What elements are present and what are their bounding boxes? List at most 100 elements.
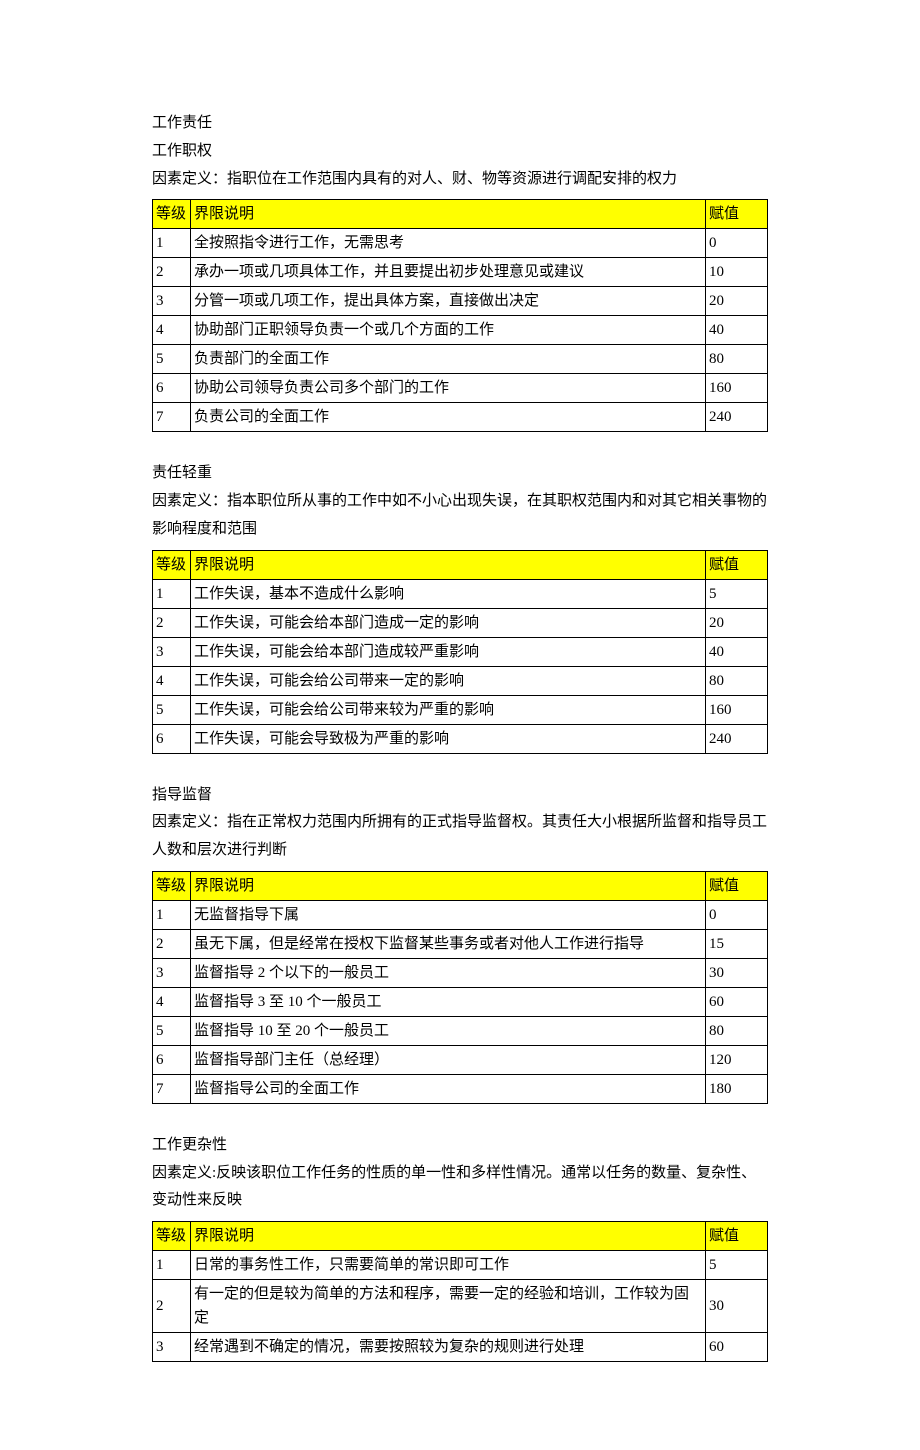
cell-desc: 分管一项或几项工作，提出具体方案，直接做出决定 [191, 287, 706, 316]
factor-heading: 工作职权 [152, 138, 768, 166]
cell-level: 2 [153, 1280, 191, 1333]
cell-value: 80 [706, 345, 768, 374]
factor-table: 等级界限说明赋值 1日常的事务性工作，只需要简单的常识即可工作5 2有一定的但是较为… [152, 1221, 768, 1362]
cell-value: 160 [706, 695, 768, 724]
cell-desc: 工作失误，可能会导致极为严重的影响 [191, 724, 706, 753]
col-desc: 界限说明 [191, 200, 706, 229]
cell-desc: 工作失误，可能会给本部门造成一定的影响 [191, 608, 706, 637]
table-row: 4监督指导 3 至 10 个一般员工60 [153, 987, 768, 1016]
factor-definition: 因素定义：指职位在工作范围内具有的对人、财、物等资源进行调配安排的权力 [152, 166, 768, 194]
table-row: 1无监督指导下属0 [153, 900, 768, 929]
cell-level: 5 [153, 695, 191, 724]
section-preheading: 工作责任 [152, 110, 768, 138]
table-row: 6协助公司领导负责公司多个部门的工作160 [153, 374, 768, 403]
cell-level: 3 [153, 637, 191, 666]
cell-level: 1 [153, 900, 191, 929]
factor-heading: 指导监督 [152, 782, 768, 810]
cell-value: 240 [706, 724, 768, 753]
cell-level: 2 [153, 608, 191, 637]
cell-level: 2 [153, 258, 191, 287]
cell-desc: 有一定的但是较为简单的方法和程序，需要一定的经验和培训，工作较为固定 [191, 1280, 706, 1333]
cell-desc: 工作失误，可能会给公司带来较为严重的影响 [191, 695, 706, 724]
col-value: 赋值 [706, 550, 768, 579]
cell-level: 4 [153, 987, 191, 1016]
cell-value: 40 [706, 637, 768, 666]
col-desc: 界限说明 [191, 550, 706, 579]
table-row: 3分管一项或几项工作，提出具体方案，直接做出决定20 [153, 287, 768, 316]
table-row: 4工作失误，可能会给公司带来一定的影响80 [153, 666, 768, 695]
cell-desc: 协助公司领导负责公司多个部门的工作 [191, 374, 706, 403]
cell-value: 40 [706, 316, 768, 345]
col-level: 等级 [153, 1222, 191, 1251]
cell-level: 3 [153, 287, 191, 316]
cell-value: 30 [706, 958, 768, 987]
cell-desc: 负责公司的全面工作 [191, 403, 706, 432]
table-row: 7监督指导公司的全面工作180 [153, 1074, 768, 1103]
cell-desc: 监督指导部门主任（总经理） [191, 1045, 706, 1074]
col-level: 等级 [153, 200, 191, 229]
table-row: 6监督指导部门主任（总经理）120 [153, 1045, 768, 1074]
table-row: 6工作失误，可能会导致极为严重的影响240 [153, 724, 768, 753]
cell-value: 80 [706, 1016, 768, 1045]
cell-value: 0 [706, 229, 768, 258]
factor-table: 等级界限说明赋值 1工作失误，基本不造成什么影响 5 2工作失误，可能会给本部门造成一… [152, 550, 768, 754]
table-row: 1全按照指令进行工作，无需思考0 [153, 229, 768, 258]
col-desc: 界限说明 [191, 871, 706, 900]
cell-desc: 工作失误，可能会给本部门造成较严重影响 [191, 637, 706, 666]
cell-level: 1 [153, 229, 191, 258]
cell-level: 3 [153, 1333, 191, 1362]
factor-heading: 责任轻重 [152, 460, 768, 488]
cell-level: 6 [153, 1045, 191, 1074]
cell-desc: 监督指导 10 至 20 个一般员工 [191, 1016, 706, 1045]
col-desc: 界限说明 [191, 1222, 706, 1251]
cell-desc: 日常的事务性工作，只需要简单的常识即可工作 [191, 1251, 706, 1280]
factor-table: 等级界限说明赋值1无监督指导下属02虽无下属，但是经常在授权下监督某些事务或者对… [152, 871, 768, 1104]
cell-level: 5 [153, 1016, 191, 1045]
cell-desc: 工作失误，可能会给公司带来一定的影响 [191, 666, 706, 695]
cell-value: 80 [706, 666, 768, 695]
table-row: 3工作失误，可能会给本部门造成较严重影响40 [153, 637, 768, 666]
cell-level: 5 [153, 345, 191, 374]
factor-definition: 因素定义：指在正常权力范围内所拥有的正式指导监督权。其责任大小根据所监督和指导员… [152, 809, 768, 865]
cell-level: 6 [153, 724, 191, 753]
col-value: 赋值 [706, 1222, 768, 1251]
cell-value: 180 [706, 1074, 768, 1103]
cell-value: 60 [706, 1333, 768, 1362]
cell-level: 2 [153, 929, 191, 958]
cell-desc: 负责部门的全面工作 [191, 345, 706, 374]
cell-level: 1 [153, 1251, 191, 1280]
cell-desc: 监督指导公司的全面工作 [191, 1074, 706, 1103]
cell-level: 4 [153, 666, 191, 695]
cell-value: 20 [706, 608, 768, 637]
col-value: 赋值 [706, 200, 768, 229]
cell-desc: 协助部门正职领导负责一个或几个方面的工作 [191, 316, 706, 345]
table-row: 2承办一项或几项具体工作，并且要提出初步处理意见或建议10 [153, 258, 768, 287]
cell-value: 20 [706, 287, 768, 316]
cell-desc: 监督指导 3 至 10 个一般员工 [191, 987, 706, 1016]
cell-value: 30 [706, 1280, 768, 1333]
cell-desc: 虽无下属，但是经常在授权下监督某些事务或者对他人工作进行指导 [191, 929, 706, 958]
cell-value: 10 [706, 258, 768, 287]
factor-heading: 工作更杂性 [152, 1132, 768, 1160]
table-row: 5工作失误，可能会给公司带来较为严重的影响160 [153, 695, 768, 724]
cell-value: 5 [706, 1251, 768, 1280]
cell-level: 6 [153, 374, 191, 403]
table-row: 3经常遇到不确定的情况，需要按照较为复杂的规则进行处理60 [153, 1333, 768, 1362]
table-row: 2工作失误，可能会给本部门造成一定的影响20 [153, 608, 768, 637]
table-row: 2虽无下属，但是经常在授权下监督某些事务或者对他人工作进行指导15 [153, 929, 768, 958]
cell-level: 4 [153, 316, 191, 345]
cell-desc: 经常遇到不确定的情况，需要按照较为复杂的规则进行处理 [191, 1333, 706, 1362]
cell-value: 160 [706, 374, 768, 403]
cell-level: 7 [153, 403, 191, 432]
cell-desc: 无监督指导下属 [191, 900, 706, 929]
col-level: 等级 [153, 871, 191, 900]
factor-definition: 因素定义：指本职位所从事的工作中如不小心出现失误，在其职权范围内和对其它相关事物… [152, 488, 768, 544]
table-row: 5负责部门的全面工作80 [153, 345, 768, 374]
cell-desc: 监督指导 2 个以下的一般员工 [191, 958, 706, 987]
cell-level: 1 [153, 579, 191, 608]
cell-desc: 工作失误，基本不造成什么影响 [191, 579, 706, 608]
col-level: 等级 [153, 550, 191, 579]
cell-level: 7 [153, 1074, 191, 1103]
cell-value: 0 [706, 900, 768, 929]
cell-value: 60 [706, 987, 768, 1016]
